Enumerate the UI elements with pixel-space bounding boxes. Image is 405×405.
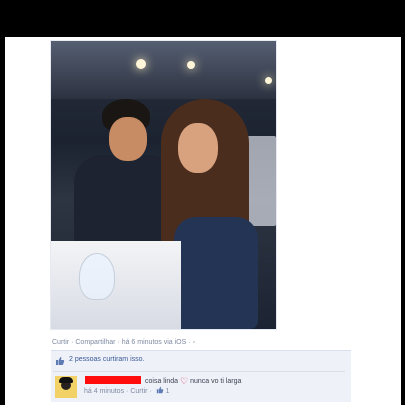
- girl-face: [178, 123, 218, 173]
- post-frame: Curtir · Compartilhar · há 6 minutos via…: [5, 37, 401, 405]
- separator: ·: [71, 339, 74, 346]
- globe-icon: ◦: [192, 339, 196, 346]
- share-post-link[interactable]: Compartilhar: [75, 339, 115, 346]
- boy-face: [109, 117, 147, 161]
- ceiling: [51, 41, 276, 99]
- likes-summary: 2 pessoas curtiram isso.: [53, 354, 345, 368]
- comment-meta: há 4 minutos · Curtir · 1: [84, 386, 170, 395]
- separator: ·: [188, 339, 191, 346]
- redacted-commenter-name: [85, 376, 141, 384]
- comment-like-icon: [156, 386, 164, 394]
- post-time[interactable]: há 6 minutos via iOS: [122, 339, 187, 346]
- heart-icon: ♡: [180, 376, 189, 386]
- comment-item: coisa linda ♡ nunca vo ti larga há 4 min…: [53, 371, 345, 399]
- comment-like-link[interactable]: Curtir: [130, 388, 147, 395]
- thumbs-up-icon: [56, 357, 65, 365]
- post-actions: Curtir · Compartilhar · há 6 minutos via…: [52, 339, 195, 346]
- comment-like-count: 1: [165, 388, 170, 395]
- light-bulb-icon: [265, 77, 272, 84]
- post-photo[interactable]: [50, 40, 277, 330]
- comment-text: coisa linda ♡ nunca vo ti larga: [145, 375, 241, 386]
- likes-count-link[interactable]: 2 pessoas curtiram isso.: [69, 356, 144, 363]
- light-bulb-icon: [187, 61, 195, 69]
- comment-text-part-2: nunca vo ti larga: [190, 378, 242, 385]
- dining-table: [51, 241, 181, 329]
- comment-text-part-1: coisa linda: [145, 378, 179, 385]
- separator: ·: [117, 339, 120, 346]
- avatar-hat: [59, 377, 73, 383]
- separator: ·: [149, 388, 152, 395]
- commenter-avatar[interactable]: [55, 376, 77, 398]
- comment-time[interactable]: há 4 minutos: [84, 388, 124, 395]
- like-post-link[interactable]: Curtir: [52, 339, 69, 346]
- light-bulb-icon: [136, 59, 146, 69]
- wine-glass-icon: [79, 253, 115, 300]
- girl-dress: [174, 217, 258, 329]
- feedback-panel: 2 pessoas curtiram isso. coisa linda ♡ n…: [51, 350, 351, 402]
- separator: ·: [126, 388, 129, 395]
